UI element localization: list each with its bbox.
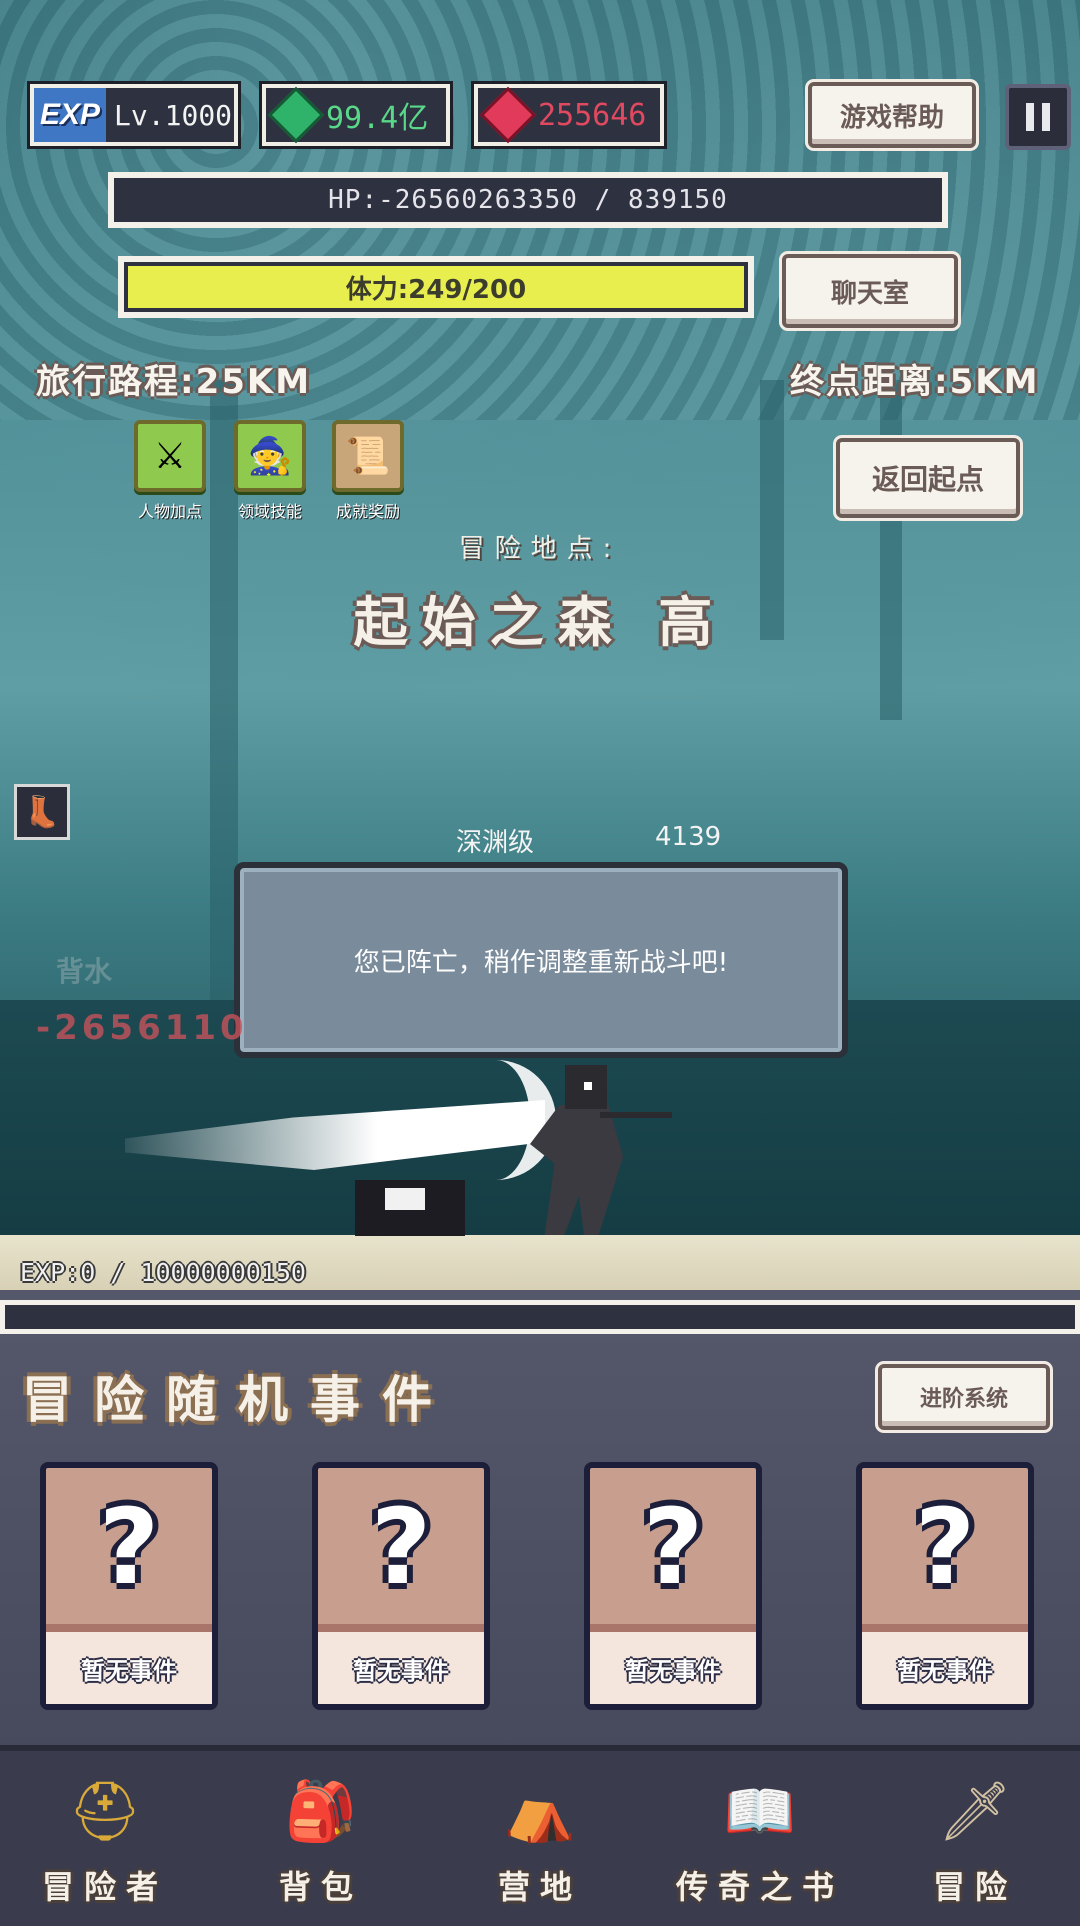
enemy-eye — [584, 1082, 592, 1090]
mage-icon: 🧙 — [234, 420, 306, 492]
boot-icon[interactable]: 👢 — [14, 784, 70, 840]
remaining-distance: 终点距离:5KM — [790, 362, 1040, 402]
slash-arc — [420, 1060, 556, 1180]
green-gem-chip: 99.4亿 — [262, 84, 450, 146]
nav-label: 背包 — [278, 1868, 363, 1906]
nav-backpack[interactable]: 🎒 背包 — [236, 1768, 406, 1908]
sword-icon: 🗡 — [938, 1776, 1012, 1845]
event-card-label: 暂无事件 — [46, 1632, 212, 1704]
skill-label: 人物加点 — [137, 502, 202, 521]
green-gem-icon — [267, 86, 325, 144]
skill-label: 领域技能 — [237, 502, 302, 521]
exp-text: EXP:0 / 10000000150 — [20, 1258, 306, 1287]
event-card-label: 暂无事件 — [318, 1632, 484, 1704]
card-band — [862, 1624, 1028, 1632]
nav-label: 冒险者 — [41, 1868, 168, 1906]
question-mark-icon: ? — [98, 1486, 160, 1608]
stamina-text: 体力:249/200 — [345, 274, 527, 305]
game-help-button[interactable]: 游戏帮助 — [808, 82, 976, 148]
nav-adventurer[interactable]: ⛑ 冒险者 — [20, 1768, 190, 1908]
nav-camp[interactable]: ⛺ 营地 — [455, 1768, 625, 1908]
red-gem-value: 255646 — [538, 97, 647, 133]
card-band — [590, 1624, 756, 1632]
travel-distance: 旅行路程:25KM — [36, 362, 312, 402]
exp-badge: EXP — [34, 88, 107, 142]
nav-label: 营地 — [497, 1868, 582, 1906]
question-mark-icon: ? — [370, 1486, 432, 1608]
events-title: 冒险随机事件 — [22, 1371, 454, 1429]
scroll-icon: 📜 — [332, 420, 404, 492]
return-start-button[interactable]: 返回起点 — [836, 438, 1020, 518]
event-card[interactable]: ? 暂无事件 — [312, 1462, 490, 1710]
monster-level: 深渊级 — [456, 828, 535, 858]
event-card[interactable]: ? 暂无事件 — [40, 1462, 218, 1710]
dialog-message: 您已阵亡，稍作调整重新战斗吧! — [353, 947, 729, 978]
chat-room-button[interactable]: 聊天室 — [782, 254, 958, 328]
backpack-icon: 🎒 — [284, 1776, 358, 1845]
red-gem-icon — [479, 86, 537, 144]
crossed-swords-icon: ⚔ — [134, 420, 206, 492]
card-band — [46, 1624, 212, 1632]
skill-domain[interactable]: 🧙 领域技能 — [220, 420, 320, 522]
advance-system-button[interactable]: 进阶系统 — [878, 1364, 1050, 1430]
level-chip: EXP Lv.1000 — [30, 84, 238, 146]
faint-damage-text: 背水 — [56, 955, 113, 988]
level-text: Lv.1000 — [114, 98, 233, 132]
nav-label: 冒险 — [932, 1868, 1017, 1906]
event-card[interactable]: ? 暂无事件 — [584, 1462, 762, 1710]
question-mark-icon: ? — [642, 1486, 704, 1608]
skill-achievement[interactable]: 📜 成就奖励 — [318, 420, 418, 522]
location-name: 起始之森 高 — [353, 591, 727, 654]
damage-number: -2656110 — [36, 1008, 248, 1048]
skill-attribute-points[interactable]: ⚔ 人物加点 — [120, 420, 220, 522]
nav-legend-book[interactable]: 📖 传奇之书 — [675, 1768, 845, 1908]
stamina-bar: 体力:249/200 — [118, 256, 754, 318]
pause-icon — [1026, 103, 1034, 131]
pause-button[interactable] — [1005, 84, 1071, 150]
enemy-spear — [600, 1112, 672, 1118]
question-mark-icon: ? — [914, 1486, 976, 1608]
green-gem-value: 99.4亿 — [326, 101, 429, 136]
pause-icon — [1042, 103, 1050, 131]
exp-bar — [0, 1300, 1080, 1334]
event-card[interactable]: ? 暂无事件 — [856, 1462, 1034, 1710]
nav-label: 传奇之书 — [675, 1868, 844, 1906]
skill-label: 成就奖励 — [335, 502, 400, 521]
event-card-label: 暂无事件 — [862, 1632, 1028, 1704]
location-label: 冒险地点: — [458, 534, 622, 564]
camp-icon: ⛺ — [503, 1776, 577, 1845]
card-band — [318, 1624, 484, 1632]
red-gem-chip: 255646 — [474, 84, 664, 146]
book-icon: 📖 — [723, 1776, 797, 1845]
helmet-icon: ⛑ — [68, 1776, 142, 1845]
nav-adventure[interactable]: 🗡 冒险 — [890, 1768, 1060, 1908]
monster-power: 4139 — [655, 822, 722, 852]
event-card-label: 暂无事件 — [590, 1632, 756, 1704]
hero-cloth — [385, 1188, 425, 1210]
death-dialog[interactable]: 您已阵亡，稍作调整重新战斗吧! — [234, 862, 848, 1058]
hp-bar: HP:-26560263350 / 839150 — [108, 172, 948, 228]
